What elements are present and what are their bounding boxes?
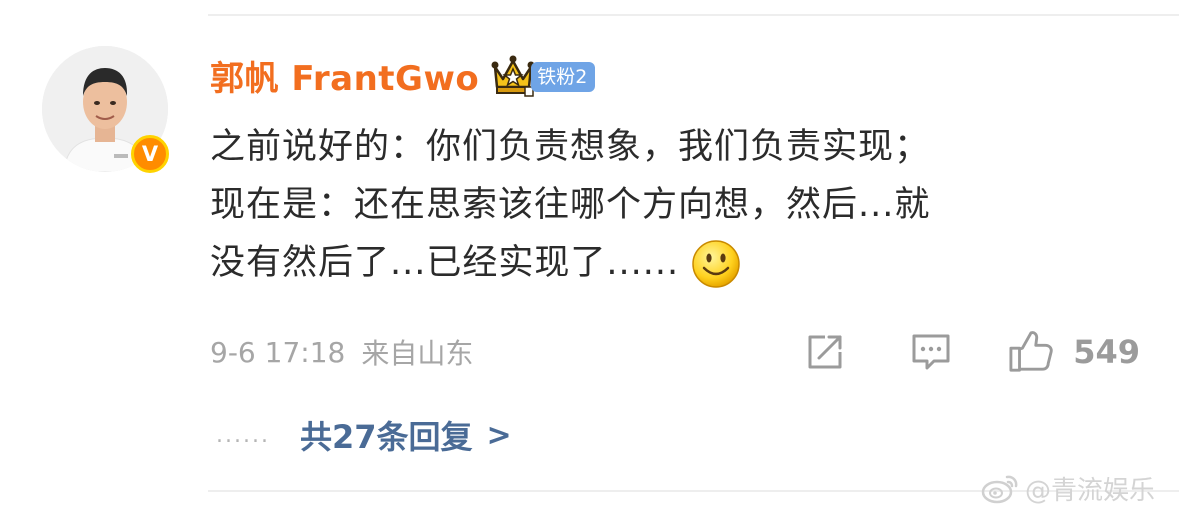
comment-line: 没有然后了...已经实现了......: [210, 243, 680, 283]
replies-arrow: >: [486, 417, 512, 453]
comment-location: 来自山东: [361, 337, 474, 370]
verified-badge: V: [131, 135, 169, 173]
comment-body: 之前说好的：你们负责想象，我们负责实现； 现在是：还在思索该往哪个方向想，然后.…: [210, 118, 1110, 292]
weibo-logo: [981, 471, 1021, 505]
watermark: @青流娱乐: [981, 470, 1155, 506]
comment-icon[interactable]: [909, 330, 953, 374]
comment-meta: 9-6 17:18 来自山东 549: [210, 328, 1140, 376]
smile-emoji: [691, 239, 741, 289]
comment-line: 现在是：还在思索该往哪个方向想，然后...就: [210, 185, 931, 225]
author-name[interactable]: 郭帆 FrantGwo: [210, 51, 479, 100]
comment-line: 之前说好的：你们负责想象，我们负责实现；: [210, 127, 931, 167]
like-count: 549: [1073, 333, 1140, 371]
watermark-text: @青流娱乐: [1024, 475, 1155, 506]
share-icon[interactable]: [803, 330, 847, 374]
comment-actions: 549: [803, 328, 1140, 376]
fan-level-badge: 铁粉2: [531, 62, 596, 92]
top-divider: [208, 14, 1179, 16]
view-replies[interactable]: ...... 共27条回复 >: [216, 412, 512, 458]
crown-icon: [489, 53, 537, 97]
comment-line-with-emoji: 没有然后了...已经实现了......: [210, 234, 1110, 292]
replies-dots: ......: [216, 422, 270, 448]
author-row: 郭帆 FrantGwo 铁粉2: [210, 50, 596, 100]
avatar[interactable]: V: [42, 46, 170, 174]
thumbs-up-icon[interactable]: [1009, 330, 1053, 374]
comment-timestamp: 9-6 17:18: [210, 335, 346, 369]
replies-link[interactable]: 共27条回复: [300, 412, 473, 458]
